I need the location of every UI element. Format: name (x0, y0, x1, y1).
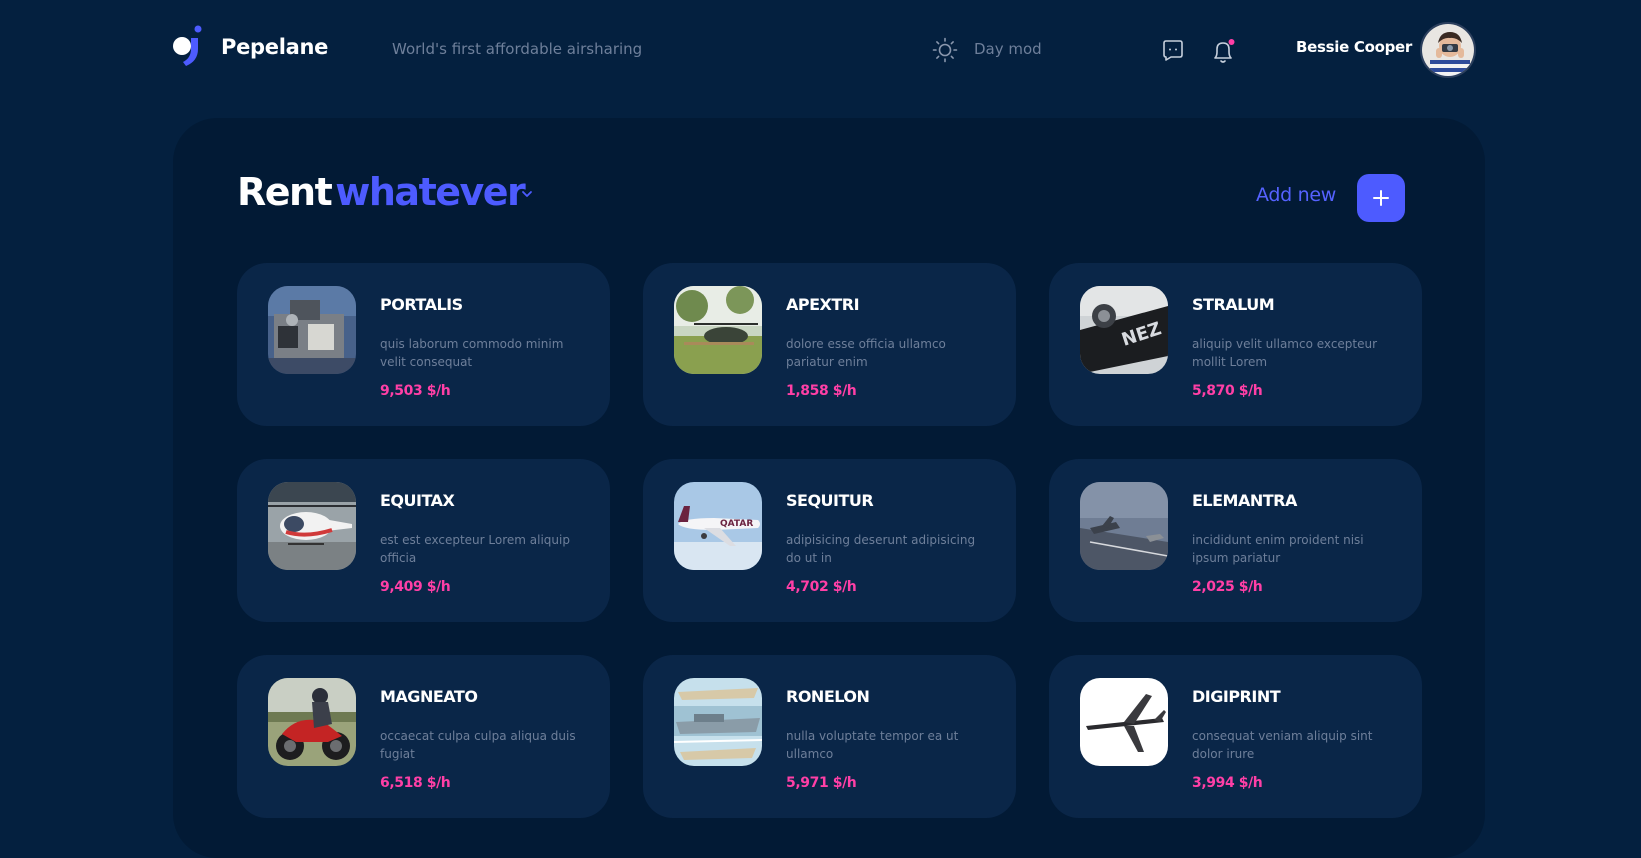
vehicle-description: adipisicing deserunt adipisicing do ut i… (786, 533, 976, 565)
vehicle-image-ships (674, 678, 762, 766)
vehicle-card[interactable]: ELEMANTRA incididunt enim proident nisi … (1049, 459, 1422, 622)
vehicle-price: 6,518 $/h (380, 775, 451, 791)
main-panel: Rent whatever Add new PORTALIS quis labo… (173, 118, 1485, 858)
vehicle-description: aliquip velit ullamco excepteur mollit L… (1192, 337, 1378, 369)
vehicle-description: incididunt enim proident nisi ipsum pari… (1192, 533, 1364, 565)
plus-icon (1373, 190, 1389, 206)
vehicle-price: 4,702 $/h (786, 579, 857, 595)
vehicle-name: ELEMANTRA (1192, 491, 1297, 510)
day-mode-toggle[interactable]: Day mod (974, 40, 1042, 58)
vehicle-price: 5,870 $/h (1192, 383, 1263, 399)
title-category-dropdown[interactable]: whatever (335, 170, 526, 214)
vehicle-name: APEXTRI (786, 295, 860, 314)
top-bar: Pepelane World's first affordable airsha… (0, 0, 1641, 100)
vehicle-price: 9,409 $/h (380, 579, 451, 595)
logo-icon[interactable] (172, 25, 206, 69)
vehicle-image-jet-engine: NEZ (1080, 286, 1168, 374)
chevron-down-icon[interactable] (520, 188, 534, 200)
vehicle-price: 1,858 $/h (786, 383, 857, 399)
vehicle-price: 9,503 $/h (380, 383, 451, 399)
vehicle-price: 2,025 $/h (1192, 579, 1263, 595)
vehicle-name: RONELON (786, 687, 870, 706)
vehicle-name: SEQUITUR (786, 491, 874, 510)
vehicle-image-helicopter (268, 482, 356, 570)
vehicle-description: dolore esse officia ullamco pariatur eni… (786, 337, 946, 369)
svg-text:QATAR: QATAR (720, 519, 753, 529)
vehicle-name: MAGNEATO (380, 687, 478, 706)
title-word-rent: Rent (237, 170, 333, 214)
vehicle-image-boat (268, 286, 356, 374)
user-name[interactable]: Bessie Cooper (1296, 38, 1412, 56)
vehicle-card[interactable]: APEXTRI dolore esse officia ullamco pari… (643, 263, 1016, 426)
vehicle-card[interactable]: MAGNEATO occaecat culpa culpa aliqua dui… (237, 655, 610, 818)
add-new-button[interactable] (1357, 174, 1405, 222)
vehicle-image-airliner: QATAR (674, 482, 762, 570)
vehicle-card[interactable]: PORTALIS quis laborum commodo minim veli… (237, 263, 610, 426)
avatar[interactable] (1420, 22, 1476, 78)
vehicle-name: EQUITAX (380, 491, 455, 510)
vehicle-description: consequat veniam aliquip sint dolor irur… (1192, 729, 1373, 761)
vehicle-description: quis laborum commodo minim velit consequ… (380, 337, 564, 369)
vehicle-card[interactable]: EQUITAX est est excepteur Lorem aliquip … (237, 459, 610, 622)
vehicle-name: STRALUM (1192, 295, 1275, 314)
tagline: World's first affordable airsharing (392, 40, 643, 58)
vehicle-image-park-helicopter (674, 286, 762, 374)
bell-icon[interactable] (1211, 38, 1237, 65)
sun-icon[interactable] (932, 37, 958, 63)
vehicle-card[interactable]: NEZ STRALUM aliquip velit ullamco except… (1049, 263, 1422, 426)
page-title: Rent whatever (237, 170, 526, 214)
vehicle-name: PORTALIS (380, 295, 463, 314)
vehicle-image-fighter-jet (1080, 482, 1168, 570)
vehicle-image-jet-plane (1080, 678, 1168, 766)
vehicle-price: 5,971 $/h (786, 775, 857, 791)
vehicle-name: DIGIPRINT (1192, 687, 1281, 706)
brand-name[interactable]: Pepelane (221, 35, 328, 59)
add-new-label[interactable]: Add new (1256, 184, 1336, 206)
vehicle-price: 3,994 $/h (1192, 775, 1263, 791)
vehicle-image-motorcycle (268, 678, 356, 766)
message-icon[interactable] (1161, 38, 1185, 62)
vehicle-description: est est excepteur Lorem aliquip officia (380, 533, 570, 565)
vehicle-description: nulla voluptate tempor ea ut ullamco (786, 729, 959, 761)
vehicle-card[interactable]: QATAR SEQUITUR adipisicing deserunt adip… (643, 459, 1016, 622)
vehicle-description: occaecat culpa culpa aliqua duis fugiat (380, 729, 576, 761)
vehicle-card[interactable]: RONELON nulla voluptate tempor ea ut ull… (643, 655, 1016, 818)
vehicle-card[interactable]: DIGIPRINT consequat veniam aliquip sint … (1049, 655, 1422, 818)
